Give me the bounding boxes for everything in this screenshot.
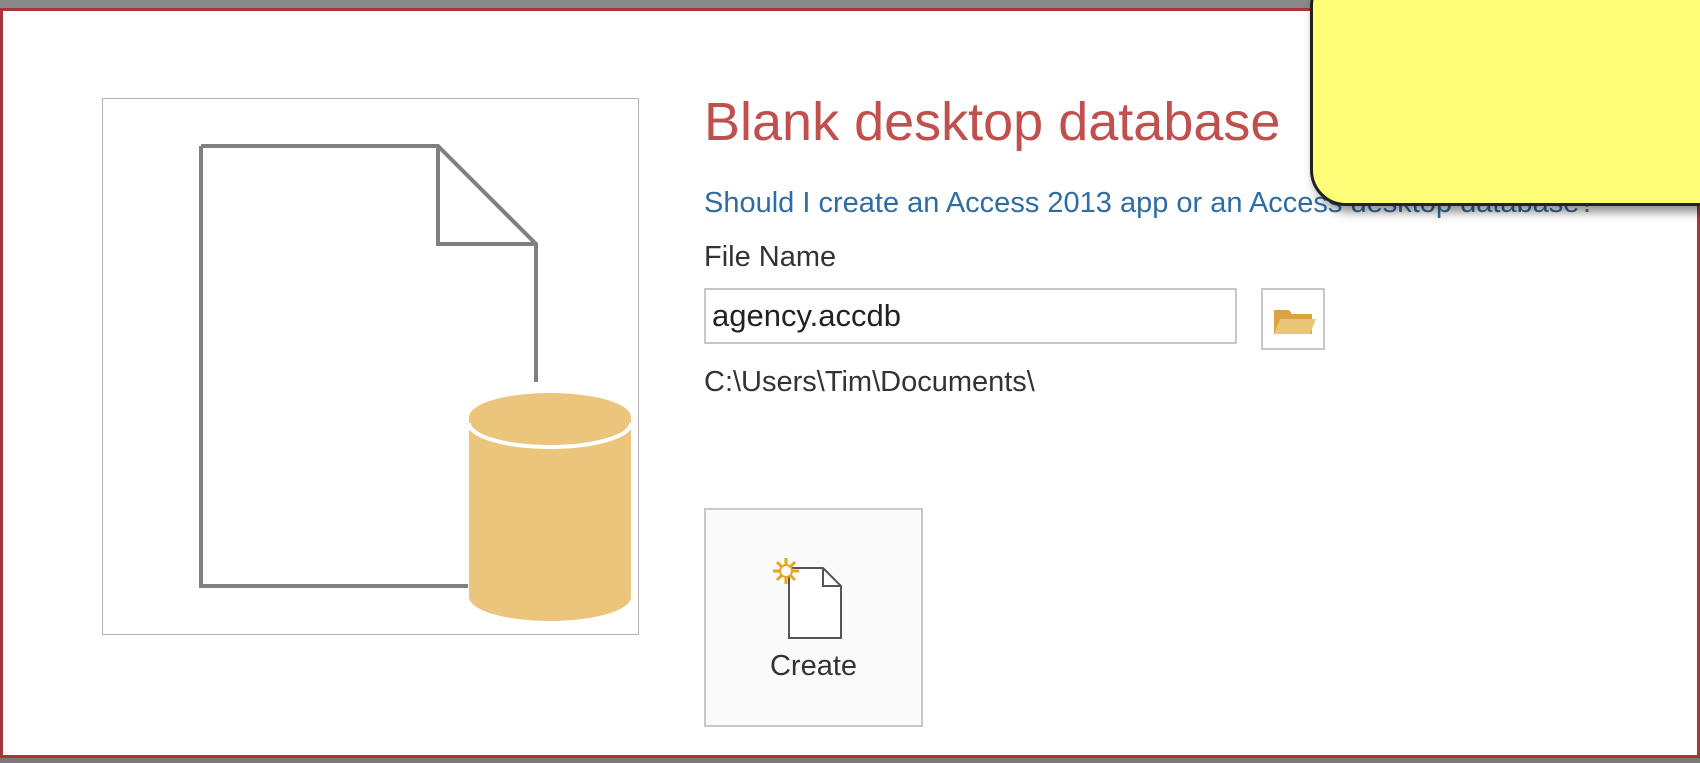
blank-database-icon <box>102 98 639 635</box>
file-name-label: File Name <box>704 241 837 273</box>
create-button[interactable]: Create <box>704 508 923 727</box>
folder-path: C:\Users\Tim\Documents\ <box>704 366 1035 398</box>
create-button-label: Create <box>769 650 858 682</box>
sticky-note-overlay <box>1310 0 1700 206</box>
folder-icon <box>1274 310 1316 334</box>
dialog-title: Blank desktop database <box>704 92 1281 152</box>
new-file-sparkle-icon <box>773 558 842 639</box>
file-name-input[interactable] <box>704 288 1237 344</box>
browse-folder-button[interactable] <box>1261 288 1325 350</box>
